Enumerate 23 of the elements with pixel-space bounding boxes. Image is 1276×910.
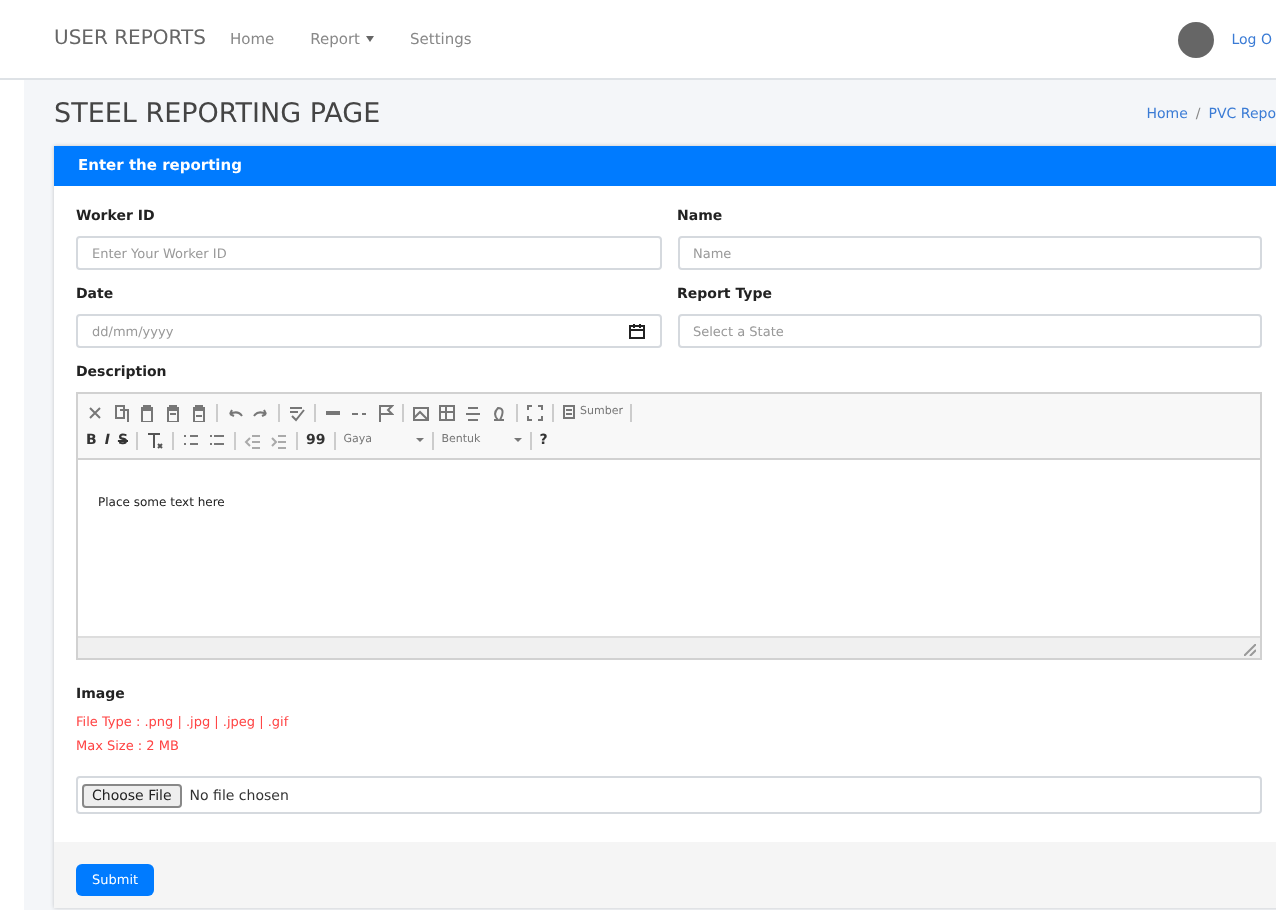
spellcheck-icon[interactable] <box>288 403 306 421</box>
document-icon <box>562 404 576 420</box>
page-title: STEEL REPORTING PAGE <box>54 97 383 129</box>
paste-icon[interactable] <box>164 403 182 421</box>
indent-icon[interactable] <box>270 431 288 449</box>
outdent-icon[interactable] <box>244 431 262 449</box>
scissors-icon[interactable] <box>86 403 104 421</box>
avatar[interactable] <box>1177 21 1214 57</box>
resize-grip-icon[interactable] <box>1244 644 1256 656</box>
list-bullet-icon[interactable] <box>208 431 226 449</box>
table-icon[interactable] <box>438 403 456 421</box>
clear-format-icon[interactable] <box>146 431 164 449</box>
paste-icon[interactable] <box>190 403 208 421</box>
omega-icon[interactable] <box>490 403 508 421</box>
calendar-icon[interactable] <box>627 322 645 340</box>
paste-icon[interactable] <box>138 403 156 421</box>
flag-icon[interactable] <box>376 403 394 421</box>
maximize-icon[interactable] <box>526 403 544 421</box>
list-numbered-icon[interactable] <box>182 431 200 449</box>
brand-name[interactable]: USER REPORTS <box>54 28 206 50</box>
image-icon[interactable] <box>412 403 430 421</box>
horizontal-line-icon[interactable] <box>464 403 482 421</box>
copy-icon[interactable] <box>112 403 130 421</box>
